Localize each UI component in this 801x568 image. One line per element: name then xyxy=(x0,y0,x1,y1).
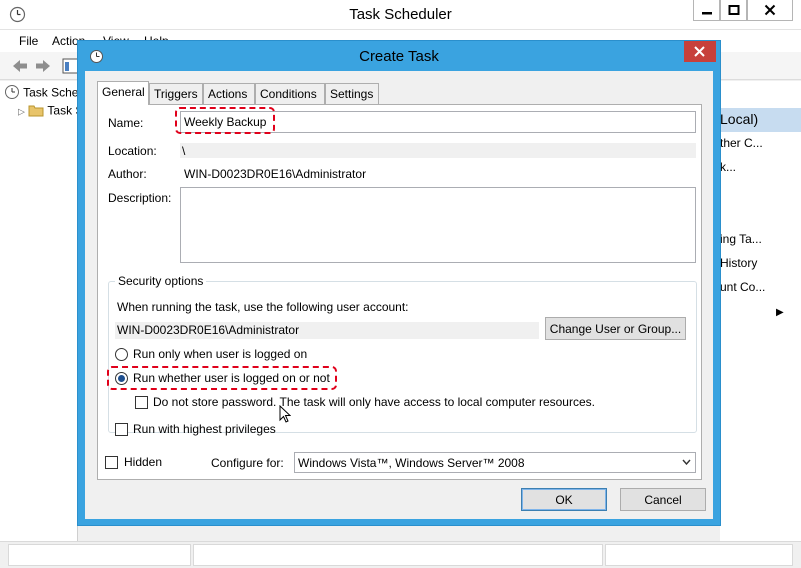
close-button[interactable] xyxy=(747,0,793,21)
run-logged-on-label[interactable]: Run only when user is logged on xyxy=(133,347,307,361)
dialog-title-bar[interactable]: Create Task xyxy=(78,41,720,71)
maximize-icon xyxy=(728,5,739,15)
window-title: Task Scheduler xyxy=(349,6,452,23)
clock-icon xyxy=(4,84,20,103)
hidden-label[interactable]: Hidden xyxy=(124,455,162,469)
maximize-button[interactable] xyxy=(720,0,747,21)
status-segment xyxy=(193,544,603,566)
highest-privileges-label[interactable]: Run with highest privileges xyxy=(133,422,276,436)
ok-button[interactable]: OK xyxy=(521,488,607,511)
create-task-dialog: Create Task General Triggers Actions Con… xyxy=(77,40,721,526)
dialog-body: General Triggers Actions Conditions Sett… xyxy=(85,71,713,519)
cancel-button[interactable]: Cancel xyxy=(620,488,706,511)
actions-header[interactable]: Local) xyxy=(720,108,801,132)
console-tree: Task Scheduler ▷ Task Scheduler Library xyxy=(0,81,169,541)
close-icon xyxy=(764,4,776,16)
tab-triggers[interactable]: Triggers xyxy=(149,83,203,104)
forward-arrow-icon[interactable] xyxy=(34,57,52,75)
change-user-button[interactable]: Change User or Group... xyxy=(545,317,686,340)
expand-arrow-icon[interactable]: ▷ xyxy=(18,107,25,117)
chevron-down-icon xyxy=(682,459,691,465)
action-item[interactable]: ther C... xyxy=(720,136,763,150)
main-title-bar: Task Scheduler xyxy=(0,0,801,30)
run-whether-label[interactable]: Run whether user is logged on or not xyxy=(133,371,330,385)
general-tab-panel: Name: Weekly Backup Location: \ Author: … xyxy=(97,104,702,480)
name-label: Name: xyxy=(108,116,144,130)
status-segment xyxy=(605,544,793,566)
run-whether-radio[interactable] xyxy=(115,372,128,385)
minimize-icon xyxy=(701,12,712,15)
name-input[interactable]: Weekly Backup xyxy=(180,111,696,133)
tab-general[interactable]: General xyxy=(97,81,149,105)
dialog-close-button[interactable] xyxy=(684,41,716,62)
action-item[interactable]: unt Co... xyxy=(720,280,765,294)
configure-for-value: Windows Vista™, Windows Server™ 2008 xyxy=(298,456,525,470)
dialog-title: Create Task xyxy=(359,48,439,65)
user-account-value: WIN-D0023DR0E16\Administrator xyxy=(115,322,539,339)
author-value: WIN-D0023DR0E16\Administrator xyxy=(184,167,367,181)
action-item[interactable]: k... xyxy=(720,160,736,174)
mouse-cursor-icon xyxy=(279,404,292,426)
action-item[interactable]: History xyxy=(720,256,757,270)
actions-pane: Local) ther C... k... ing Ta... History … xyxy=(720,81,801,541)
submenu-arrow-icon[interactable]: ▶ xyxy=(776,307,784,318)
tab-settings[interactable]: Settings xyxy=(325,83,379,104)
menu-file[interactable]: File xyxy=(19,34,38,48)
location-value: \ xyxy=(180,143,696,158)
description-label: Description: xyxy=(108,191,172,205)
security-options-group: Security options When running the task, … xyxy=(107,274,697,436)
tab-conditions[interactable]: Conditions xyxy=(255,83,325,104)
close-icon xyxy=(694,46,705,57)
action-item[interactable]: ing Ta... xyxy=(720,232,762,246)
tab-actions[interactable]: Actions xyxy=(203,83,255,104)
author-label: Author: xyxy=(108,167,147,181)
configure-for-label: Configure for: xyxy=(211,456,284,470)
account-prompt: When running the task, use the following… xyxy=(117,300,409,314)
no-store-password-label[interactable]: Do not store password. The task will onl… xyxy=(153,395,595,409)
security-options-title: Security options xyxy=(115,274,207,288)
folder-icon xyxy=(28,103,44,120)
minimize-button[interactable] xyxy=(693,0,720,21)
status-segment xyxy=(8,544,191,566)
no-store-password-checkbox[interactable] xyxy=(135,396,148,409)
highest-privileges-checkbox[interactable] xyxy=(115,423,128,436)
location-label: Location: xyxy=(108,144,157,158)
run-logged-on-radio[interactable] xyxy=(115,348,128,361)
hidden-checkbox[interactable] xyxy=(105,456,118,469)
configure-for-select[interactable]: Windows Vista™, Windows Server™ 2008 xyxy=(294,452,696,473)
description-input[interactable] xyxy=(180,187,696,263)
status-bar xyxy=(0,541,801,568)
back-arrow-icon[interactable] xyxy=(11,57,29,75)
